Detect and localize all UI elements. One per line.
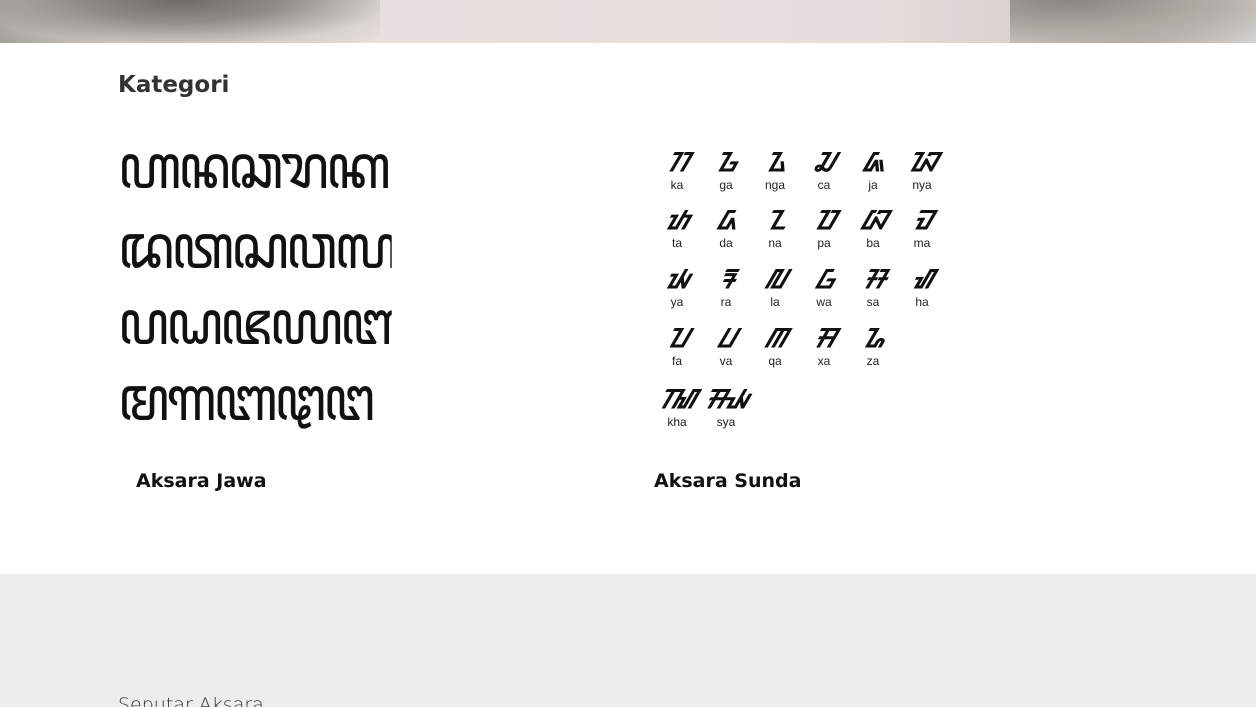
sunda-latin-label: ja [868,178,878,192]
sunda-char: ᮠ ha [899,265,945,309]
sunda-latin-label: fa [671,354,682,368]
sunda-latin-label: la [770,295,780,309]
sunda-char: ᮮ kha [654,385,700,429]
sunda-latin-label: wa [816,295,832,309]
sunda-latin-label: ha [915,295,929,309]
sunda-glyph: ᮏ [863,148,884,178]
sunda-glyph: ᮑ [908,148,937,178]
sunda-glyph: ᮜ [765,265,787,295]
sunda-glyph: ᮌ [716,148,738,178]
hero-banner-shade-left [0,0,380,43]
sunda-char: ᮑ nya [899,148,945,192]
sunda-latin-label: sa [866,295,880,309]
sunda-glyph: ᮋ [765,324,787,354]
sunda-latin-label: za [866,354,880,368]
sunda-latin-label: ta [671,236,682,250]
sunda-glyph: ᮖ [667,324,689,354]
sunda-latin-label: nya [912,178,932,192]
sunda-glyph: ᮝ [816,265,834,295]
category-label[interactable]: Aksara Sunda [654,470,801,492]
sunda-glyph: ᮊ [667,148,689,178]
jawa-glyph-row: ꦲꦤꦕꦫꦏ [118,132,390,202]
hero-banner-image [0,0,1256,43]
sunda-latin-label: pa [817,236,831,250]
sunda-glyph: ᮗ [718,324,736,354]
sunda-char: ᮘ ba [850,206,896,250]
footer-heading: Seputar Aksara [118,694,264,707]
sunda-glyph: ᮠ [912,265,933,295]
sunda-glyph: ᮙ [914,206,932,236]
sunda-latin-label: xa [817,354,831,368]
sunda-char: ᮔ na [752,206,798,250]
category-card-aksara-jawa[interactable]: ꦲꦤꦕꦫꦏ ꦢꦠꦱꦮꦭ ꦥꦝꦗꦪꦚ ꦩꦒꦧꦛꦔ Aksara Jawa [118,128,448,492]
sunda-char: ᮋ qa [752,324,798,368]
sunda-glyph: ᮓ [717,206,737,236]
sunda-char: ᮞ sa [850,265,896,309]
sunda-char: ᮚ ya [654,265,700,309]
sunda-char: ᮓ da [703,206,749,250]
sunda-latin-label: ya [670,295,684,309]
sunda-glyph: ᮎ [815,148,835,178]
sunda-latin-label: ba [866,236,880,250]
sunda-glyph: ᮮ [660,385,696,415]
sunda-glyph: ᮞ [863,265,885,295]
sunda-latin-label: ka [670,178,684,192]
sunda-glyph: ᮟ [814,324,836,354]
sunda-latin-label: nga [764,178,786,192]
sunda-char: ᮝ wa [801,265,847,309]
aksara-jawa-image: ꦲꦤꦕꦫꦏ ꦢꦠꦱꦮꦭ ꦥꦝꦗꦪꦚ ꦩꦒꦧꦛꦔ [118,128,440,444]
sunda-glyph: ᮕ [814,206,836,236]
hero-banner-shade-right [1010,0,1256,43]
sunda-latin-label: va [719,354,733,368]
sunda-char: ᮗ va [703,324,749,368]
section-title: Kategori [118,72,230,98]
sunda-char: ᮙ ma [899,206,945,250]
jawa-glyph-row: ꦢꦠꦱꦮꦭ [118,212,392,282]
sunda-char: ᮟ xa [801,324,847,368]
sunda-char: ᮯ sya [703,385,749,429]
sunda-latin-label: qa [768,354,782,368]
sunda-glyph: ᮚ [666,265,690,295]
sunda-glyph: ᮛ [720,265,734,295]
sunda-latin-label: ga [719,178,733,192]
sunda-latin-label: sya [716,415,736,429]
sunda-glyph: ᮍ [766,148,786,178]
footer: Seputar Aksara [0,574,1256,707]
sunda-char: ᮍ nga [752,148,798,192]
sunda-glyph: ᮘ [861,206,886,236]
sunda-latin-label: da [719,236,733,250]
category-label[interactable]: Aksara Jawa [136,470,267,492]
category-card-aksara-sunda[interactable]: ᮊ ka ᮌ ga ᮍ nga ᮎ ca ᮏ ja ᮑ nya ᮒ ta ᮓ da ᮔ na ᮕ pa ᮘ ba ᮙ ma ᮚ y… [654,140,994,492]
sunda-char: ᮏ ja [850,148,896,192]
sunda-char: ᮜ la [752,265,798,309]
jawa-glyph-row: ꦩꦒꦧꦛꦔ [118,364,375,434]
sunda-latin-label: ma [913,236,931,250]
aksara-sunda-image: ᮊ ka ᮌ ga ᮍ nga ᮎ ca ᮏ ja ᮑ nya ᮒ ta ᮓ da ᮔ na ᮕ pa ᮘ ba ᮙ ma ᮚ y… [654,140,994,440]
sunda-char: ᮛ ra [703,265,749,309]
sunda-glyph: ᮐ [863,324,885,354]
sunda-latin-label: kha [667,415,687,429]
sunda-char: ᮒ ta [654,206,700,250]
sunda-latin-label: ca [817,178,831,192]
sunda-glyph: ᮯ [705,385,749,415]
sunda-char: ᮌ ga [703,148,749,192]
sunda-latin-label: ra [720,295,732,309]
sunda-latin-label: na [768,236,782,250]
sunda-glyph: ᮒ [666,206,689,236]
sunda-char: ᮐ za [850,324,896,368]
sunda-glyph: ᮔ [766,206,786,236]
sunda-char: ᮖ fa [654,324,700,368]
sunda-char: ᮕ pa [801,206,847,250]
sunda-char: ᮊ ka [654,148,700,192]
jawa-glyph-row: ꦥꦝꦗꦪꦚ [118,288,392,358]
sunda-char: ᮎ ca [801,148,847,192]
